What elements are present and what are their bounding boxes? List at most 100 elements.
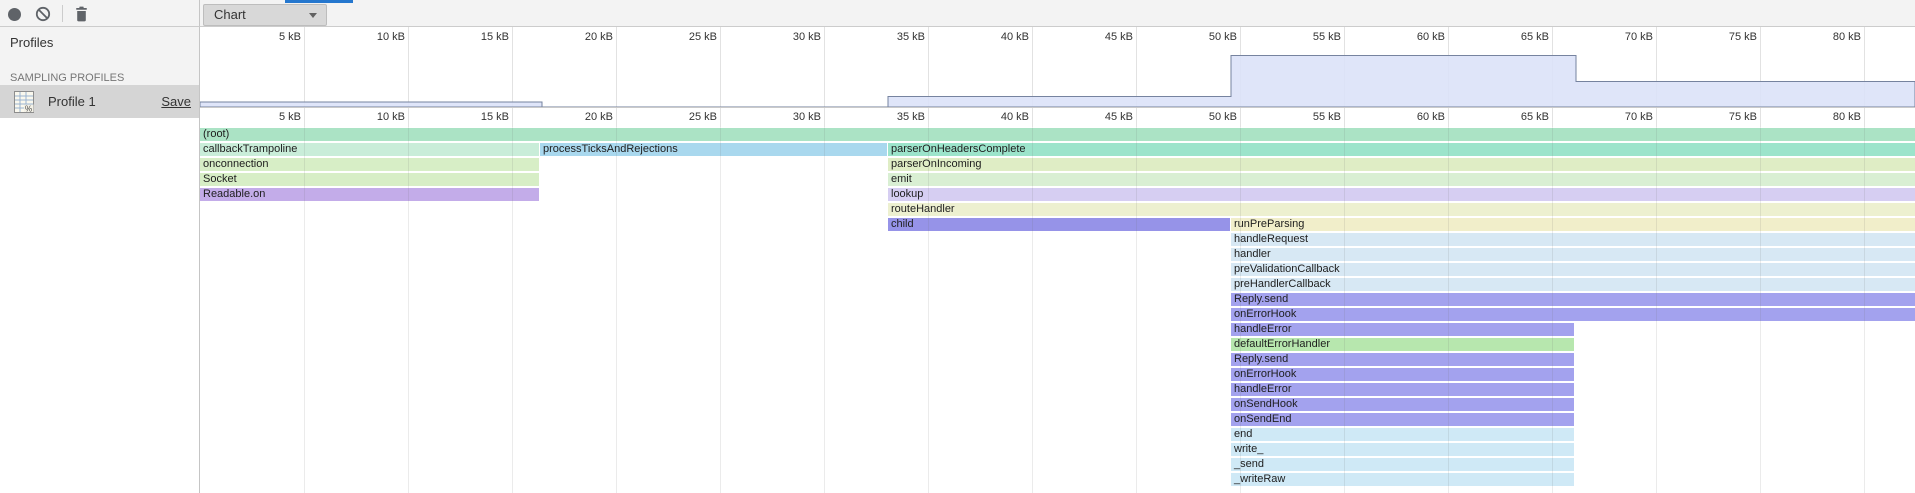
flame-bar[interactable]: onSendHook [1231, 398, 1574, 411]
overview-tick-label: 45 kB [1076, 31, 1133, 43]
flame-ruler-tick-label: 5 kB [244, 111, 301, 123]
flame-bar[interactable]: end [1231, 428, 1574, 441]
overview-tick-label: 70 kB [1596, 31, 1653, 43]
flame-gridline [1760, 127, 1761, 493]
flame-ruler-tick-label: 45 kB [1076, 111, 1133, 123]
flame-bar[interactable]: onErrorHook [1231, 308, 1915, 321]
flame-ruler-gridline [928, 108, 929, 127]
flame-gridline [1344, 127, 1345, 493]
flame-bar[interactable]: Readable.on [200, 188, 539, 201]
flame-ruler-gridline [1032, 108, 1033, 127]
profile-sheet-percent-icon: % [13, 90, 35, 114]
chart-view-dropdown-label: Chart [214, 7, 246, 22]
flame-bar[interactable]: (root) [200, 128, 1915, 141]
flame-ruler-gridline [1656, 108, 1657, 127]
flame-ruler-tick-label: 30 kB [764, 111, 821, 123]
flame-bar[interactable]: write_ [1231, 443, 1574, 456]
flame-bar[interactable]: onErrorHook [1231, 368, 1574, 381]
flame-ruler-gridline [304, 108, 305, 127]
profiler-app: Chart Profiles SAMPLING PROFILES % Profi… [0, 0, 1915, 493]
flame-gridline [1240, 127, 1241, 493]
flame-bar[interactable]: preValidationCallback [1231, 263, 1915, 276]
flame-bar[interactable]: _writeRaw [1231, 473, 1574, 486]
flame-ruler-gridline [616, 108, 617, 127]
chevron-down-icon [309, 13, 317, 18]
view-tabstrip: Chart [200, 0, 1915, 27]
flame-gridline [1656, 127, 1657, 493]
overview-tick-label: 80 kB [1804, 31, 1861, 43]
flame-bar[interactable]: runPreParsing [1231, 218, 1915, 231]
flame-ruler-gridline [512, 108, 513, 127]
flame-gridline [1136, 127, 1137, 493]
flame-gridline [1032, 127, 1033, 493]
flame-ruler-gridline [1864, 108, 1865, 127]
flame-bar[interactable]: Reply.send [1231, 293, 1915, 306]
flame-gridline [1552, 127, 1553, 493]
flame-ruler-tick-label: 40 kB [972, 111, 1029, 123]
flame-bar[interactable]: handleError [1231, 323, 1574, 336]
flame-ruler-tick-label: 50 kB [1180, 111, 1237, 123]
flame-bar[interactable]: onSendEnd [1231, 413, 1574, 426]
flame-gridline [1448, 127, 1449, 493]
overview-tick-label: 55 kB [1284, 31, 1341, 43]
overview-tick-label: 10 kB [348, 31, 405, 43]
flame-chart-ruler: 5 kB10 kB15 kB20 kB25 kB30 kB35 kB40 kB4… [200, 108, 1915, 127]
ban-icon[interactable] [35, 6, 51, 22]
flame-bar[interactable]: handler [1231, 248, 1915, 261]
flame-ruler-gridline [408, 108, 409, 127]
flame-bar[interactable]: handleRequest [1231, 233, 1915, 246]
overview-tick-label: 25 kB [660, 31, 717, 43]
flame-bar[interactable]: defaultErrorHandler [1231, 338, 1574, 351]
flame-bar[interactable]: processTicksAndRejections [540, 143, 887, 156]
flame-gridline [616, 127, 617, 493]
flame-bar[interactable]: Socket [200, 173, 539, 186]
flame-ruler-tick-label: 20 kB [556, 111, 613, 123]
flame-gridline [824, 127, 825, 493]
trash-icon[interactable] [74, 6, 89, 22]
sampling-profiles-section-title: SAMPLING PROFILES [10, 72, 124, 84]
toolbar-divider [62, 5, 63, 22]
flame-ruler-tick-label: 65 kB [1492, 111, 1549, 123]
flame-chart: (root) callbackTrampolineprocessTicksAndR… [200, 127, 1915, 493]
flame-ruler-gridline [1552, 108, 1553, 127]
svg-text:%: % [25, 105, 32, 114]
flame-bar[interactable]: child [888, 218, 1230, 231]
flame-bar[interactable]: preHandlerCallback [1231, 278, 1915, 291]
flame-ruler-gridline [1448, 108, 1449, 127]
overview-tick-label: 50 kB [1180, 31, 1237, 43]
overview-tick-label: 65 kB [1492, 31, 1549, 43]
flame-bar[interactable]: Reply.send [1231, 353, 1574, 366]
flame-bar[interactable]: onconnection [200, 158, 539, 171]
flame-gridline [928, 127, 929, 493]
flame-ruler-gridline [720, 108, 721, 127]
flame-ruler-tick-label: 80 kB [1804, 111, 1861, 123]
overview-tick-label: 15 kB [452, 31, 509, 43]
profile-item-label: Profile 1 [48, 85, 96, 118]
record-icon[interactable] [8, 8, 21, 21]
chart-view-dropdown[interactable]: Chart [203, 4, 327, 26]
flame-ruler-gridline [824, 108, 825, 127]
profiles-toolbar [0, 0, 200, 27]
overview-tick-label: 35 kB [868, 31, 925, 43]
flame-gridline [1864, 127, 1865, 493]
memory-overview-pane[interactable]: 5 kB10 kB15 kB20 kB25 kB30 kB35 kB40 kB4… [200, 27, 1915, 108]
flame-ruler-tick-label: 15 kB [452, 111, 509, 123]
flame-ruler-tick-label: 10 kB [348, 111, 405, 123]
flame-ruler-gridline [1760, 108, 1761, 127]
profiles-sidebar: Profiles SAMPLING PROFILES % Profile 1 S… [0, 27, 200, 493]
flame-gridline [512, 127, 513, 493]
save-link[interactable]: Save [161, 85, 191, 118]
flame-gridline [720, 127, 721, 493]
flame-bar[interactable]: callbackTrampoline [200, 143, 539, 156]
active-tab-underline [285, 0, 353, 3]
flame-bar[interactable]: handleError [1231, 383, 1574, 396]
flame-ruler-tick-label: 55 kB [1284, 111, 1341, 123]
overview-tick-label: 40 kB [972, 31, 1029, 43]
sidebar-item-profile-1[interactable]: % Profile 1 Save [0, 85, 199, 118]
flame-ruler-tick-label: 25 kB [660, 111, 717, 123]
overview-tick-label: 60 kB [1388, 31, 1445, 43]
flame-ruler-gridline [1344, 108, 1345, 127]
flame-ruler-tick-label: 75 kB [1700, 111, 1757, 123]
overview-tick-label: 5 kB [244, 31, 301, 43]
flame-bar[interactable]: _send [1231, 458, 1574, 471]
